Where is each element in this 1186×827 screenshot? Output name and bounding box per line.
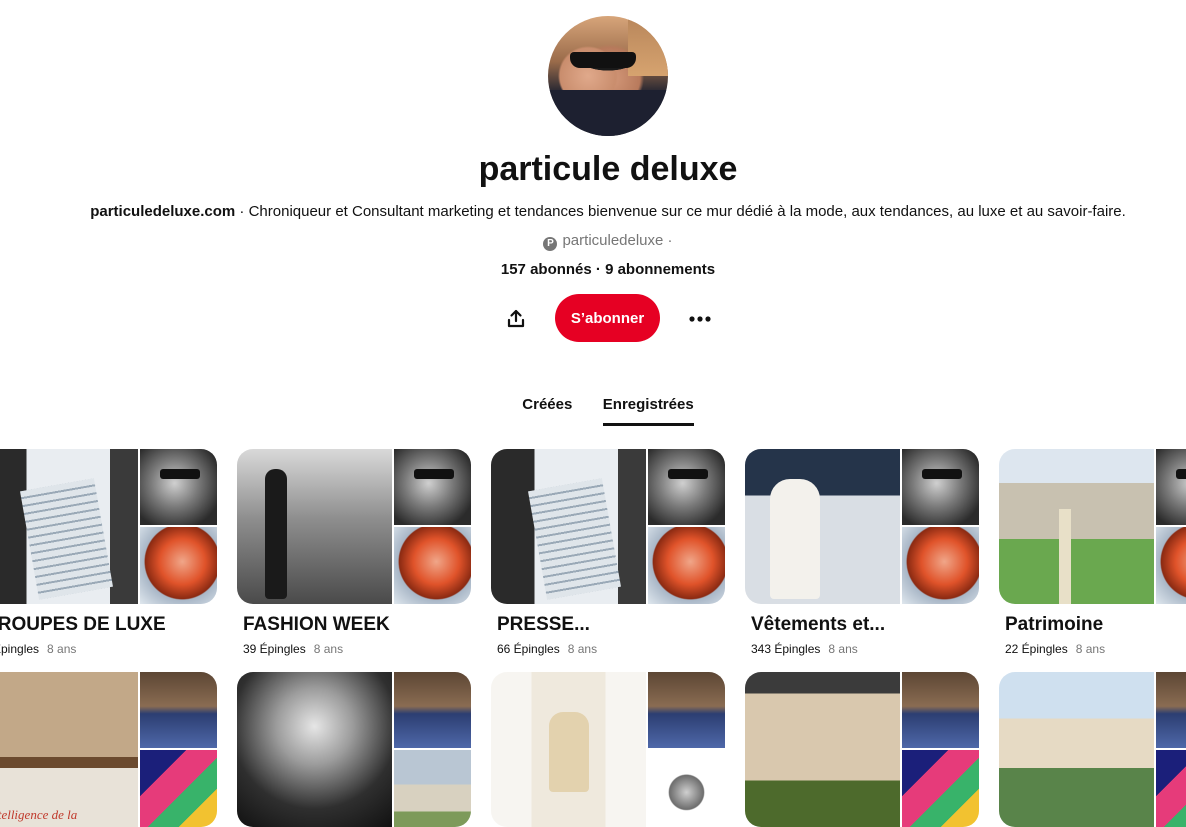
- board-card[interactable]: FASHION WEEK 39 Épingles 8 ans: [237, 449, 471, 656]
- board-card[interactable]: [237, 672, 471, 827]
- profile-tabs: Créées Enregistrées: [0, 396, 1186, 426]
- board-cover-side-image: [648, 527, 725, 604]
- board-cover-side-image: [394, 449, 471, 525]
- board-cover-main-image: [0, 449, 138, 604]
- board-pin-count: 22 Épingles: [1005, 642, 1068, 656]
- board-meta: 66 Épingles 8 ans: [497, 642, 725, 656]
- board-cover-side-image: [140, 672, 217, 748]
- board-cover: [999, 449, 1186, 604]
- board-cover-main-image: [999, 672, 1154, 827]
- board-meta: 22 Épingles 8 ans: [1005, 642, 1186, 656]
- board-cover: [491, 449, 725, 604]
- avatar-sunglasses: [570, 52, 636, 68]
- board-card[interactable]: GROUPES DE LUXE 3 Épingles 8 ans: [0, 449, 217, 656]
- board-cover-main-image: [999, 449, 1154, 604]
- board-cover-main-image: [745, 449, 900, 604]
- board-title: Vêtements et...: [751, 614, 886, 635]
- board-title: FASHION WEEK: [243, 614, 390, 635]
- profile-handle: Pparticuledeluxe ·: [0, 232, 1186, 251]
- board-cover: [999, 672, 1186, 827]
- tab-saved[interactable]: Enregistrées: [602, 396, 694, 426]
- board-cover-side-image: [1156, 672, 1186, 748]
- board-meta: 343 Épingles 8 ans: [751, 642, 979, 656]
- board-cover-side-image: [394, 527, 471, 604]
- board-meta: 3 Épingles 8 ans: [0, 642, 217, 656]
- avatar-background: [628, 16, 668, 76]
- profile-bio: particuledeluxe.com · Chroniqueur et Con…: [0, 203, 1186, 220]
- board-card[interactable]: [0, 672, 217, 827]
- board-card[interactable]: [999, 672, 1186, 827]
- board-cover-side-image: [648, 449, 725, 525]
- board-cover-main-image: [491, 449, 646, 604]
- board-card[interactable]: Patrimoine 22 Épingles 8 ans: [999, 449, 1186, 656]
- share-icon: [507, 309, 525, 328]
- profile-actions: S’abonner: [496, 294, 720, 344]
- board-cover-side-image: [394, 750, 471, 827]
- board-cover-side-image: [648, 750, 725, 827]
- board-cover: [0, 449, 217, 604]
- board-cover-side-image: [1156, 527, 1186, 604]
- avatar-shirt: [548, 90, 668, 136]
- more-options-button[interactable]: [680, 299, 720, 339]
- subscribe-button[interactable]: S’abonner: [555, 294, 660, 342]
- board-cover: [237, 672, 471, 827]
- board-pin-count: 343 Épingles: [751, 642, 821, 656]
- board-cover-side-image: [140, 527, 217, 604]
- board-age: 8 ans: [567, 642, 598, 656]
- board-cover: [745, 449, 979, 604]
- board-cover: [745, 672, 979, 827]
- board-cover-main-image: [0, 672, 138, 827]
- board-title: GROUPES DE LUXE: [0, 614, 166, 635]
- board-cover: [0, 672, 217, 827]
- board-age: 8 ans: [1075, 642, 1106, 656]
- board-cover-side-image: [902, 672, 979, 748]
- board-cover-side-image: [140, 750, 217, 827]
- board-cover-side-image: [902, 449, 979, 525]
- board-cover: [237, 449, 471, 604]
- board-cover-main-image: [745, 672, 900, 827]
- profile-stats[interactable]: 157 abonnés · 9 abonnements: [0, 261, 1186, 278]
- more-horizontal-icon: [689, 316, 711, 322]
- profile-avatar: [548, 16, 668, 136]
- board-card[interactable]: [491, 672, 725, 827]
- tab-created[interactable]: Créées: [522, 396, 572, 423]
- board-cover-side-image: [902, 750, 979, 827]
- board-title: PRESSE...: [497, 614, 590, 635]
- board-cover-side-image: [140, 449, 217, 525]
- profile-handle-text: particuledeluxe ·: [562, 232, 673, 249]
- board-cover-side-image: [648, 672, 725, 748]
- board-cover-main-image: [237, 672, 392, 827]
- board-cover: [491, 672, 725, 827]
- board-card[interactable]: PRESSE... 66 Épingles 8 ans: [491, 449, 725, 656]
- board-meta: 39 Épingles 8 ans: [243, 642, 471, 656]
- board-age: 8 ans: [828, 642, 858, 656]
- board-title: Patrimoine: [1005, 614, 1104, 635]
- profile-bio-text: · Chroniqueur et Consultant marketing et…: [235, 203, 1126, 220]
- board-card[interactable]: [745, 672, 979, 827]
- board-pin-count: 39 Épingles: [243, 642, 306, 656]
- board-cover-side-image: [1156, 750, 1186, 827]
- board-age: 8 ans: [313, 642, 344, 656]
- board-cover-side-image: [1156, 449, 1186, 525]
- board-cover-side-image: [394, 672, 471, 748]
- profile-name: particule deluxe: [478, 150, 738, 188]
- board-cover-main-image: [491, 672, 646, 827]
- board-cover-side-image: [902, 527, 979, 604]
- profile-website-link[interactable]: particuledeluxe.com: [90, 203, 235, 220]
- pinterest-logo-icon: P: [543, 237, 558, 251]
- board-cover-main-image: [237, 449, 392, 604]
- board-card[interactable]: Vêtements et... 343 Épingles 8 ans: [745, 449, 979, 656]
- share-button[interactable]: [496, 299, 536, 339]
- board-pin-count: 66 Épingles: [497, 642, 560, 656]
- board-age: 8 ans: [47, 642, 77, 656]
- board-pin-count: 3 Épingles: [0, 642, 40, 656]
